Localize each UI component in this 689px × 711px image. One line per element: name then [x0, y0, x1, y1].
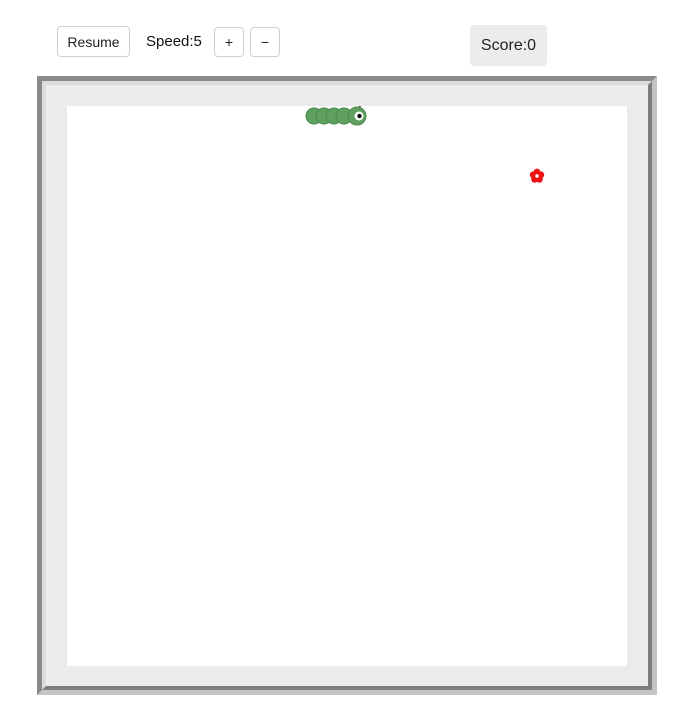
speed-down-button[interactable]: −	[250, 27, 280, 57]
speed-up-button[interactable]: +	[214, 27, 244, 57]
snake-pupil	[357, 113, 362, 119]
snake-game-page: Resume Speed:5 + − Score:0	[0, 0, 689, 711]
game-play-field[interactable]	[67, 106, 627, 666]
score-display: Score:0	[470, 25, 547, 66]
resume-button[interactable]: Resume	[57, 26, 130, 57]
snake	[305, 106, 367, 126]
speed-label: Speed:5	[146, 33, 202, 50]
game-board-frame	[37, 76, 657, 695]
score-label: Score:0	[480, 36, 537, 54]
game-canvas	[305, 106, 545, 183]
food-flower-icon	[529, 168, 545, 183]
